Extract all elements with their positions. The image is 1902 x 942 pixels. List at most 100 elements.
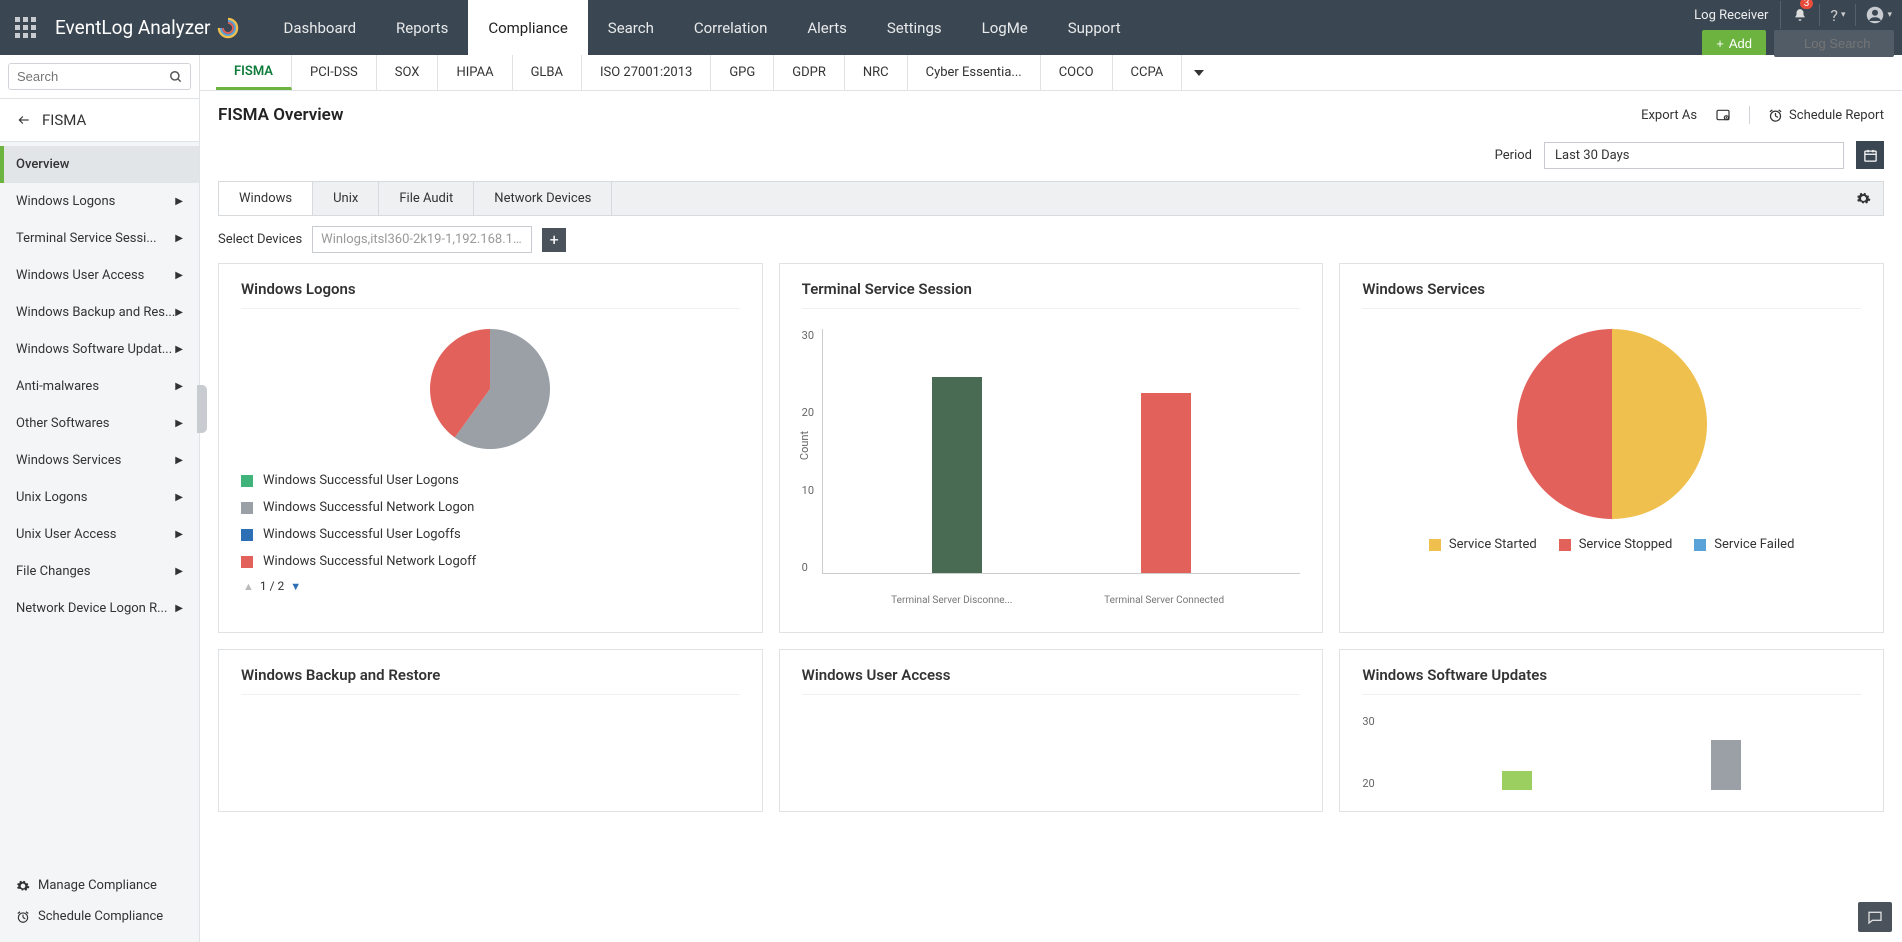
- sidebar-item[interactable]: Windows User Access▶: [0, 257, 199, 294]
- sidebar-item[interactable]: Terminal Service Sessi...▶: [0, 220, 199, 257]
- card-title: Windows Logons: [241, 280, 740, 309]
- legend-item[interactable]: Service Failed: [1694, 537, 1794, 552]
- nav-dashboard[interactable]: Dashboard: [264, 0, 377, 55]
- sidebar-item[interactable]: Other Softwares▶: [0, 405, 199, 442]
- subnav-more-button[interactable]: [1182, 68, 1216, 78]
- legend-swatch: [241, 475, 253, 487]
- sidebar-search-wrap: [0, 55, 199, 99]
- export-settings-icon: [1715, 107, 1731, 123]
- calendar-button[interactable]: [1856, 141, 1884, 169]
- main-content: FISMA Overview Export As Schedule Report: [200, 91, 1902, 942]
- sidebar-item[interactable]: Anti-malwares▶: [0, 368, 199, 405]
- legend-swatch: [241, 502, 253, 514]
- sidebar-item[interactable]: Unix User Access▶: [0, 516, 199, 553]
- card-title: Windows Backup and Restore: [241, 666, 740, 695]
- sidebar-collapse-handle[interactable]: [197, 385, 207, 433]
- legend-item[interactable]: Windows Successful Network Logon: [241, 494, 740, 521]
- sidebar: FISMA Overview Windows Logons▶Terminal Se…: [0, 55, 200, 942]
- notifications-button[interactable]: 3: [1781, 1, 1819, 29]
- chevron-right-icon: ▶: [175, 381, 183, 392]
- log-search-input[interactable]: [1774, 30, 1894, 57]
- sidebar-search-input[interactable]: [8, 63, 191, 90]
- apps-grid-icon[interactable]: [0, 0, 50, 55]
- windows-services-chart: [1517, 329, 1707, 519]
- nav-alerts[interactable]: Alerts: [787, 0, 867, 55]
- add-button[interactable]: + Add: [1702, 30, 1766, 57]
- separator: [1749, 106, 1750, 124]
- nav-support[interactable]: Support: [1048, 0, 1141, 55]
- sidebar-item[interactable]: File Changes▶: [0, 553, 199, 590]
- log-receiver-link[interactable]: Log Receiver: [1682, 1, 1781, 29]
- nav-logme[interactable]: LogMe: [962, 0, 1048, 55]
- subnav-item[interactable]: HIPAA: [438, 55, 512, 90]
- nav-reports[interactable]: Reports: [376, 0, 468, 55]
- sidebar-item[interactable]: Network Device Logon R...▶: [0, 590, 199, 627]
- export-settings-button[interactable]: [1715, 107, 1731, 123]
- content-tab[interactable]: File Audit: [379, 182, 474, 215]
- user-menu-button[interactable]: ▾: [1856, 6, 1902, 24]
- subnav-item[interactable]: NRC: [845, 55, 908, 90]
- sidebar-item[interactable]: Overview: [0, 146, 199, 183]
- sidebar-item[interactable]: Windows Services▶: [0, 442, 199, 479]
- schedule-compliance-link[interactable]: Schedule Compliance: [16, 901, 183, 932]
- period-select[interactable]: Last 30 Days: [1544, 142, 1844, 169]
- nav-compliance[interactable]: Compliance: [468, 0, 587, 55]
- manage-compliance-link[interactable]: Manage Compliance: [16, 870, 183, 901]
- terminal-service-chart: Count 3020100: [802, 329, 1301, 589]
- export-as-button[interactable]: Export As: [1641, 108, 1697, 123]
- subnav-item[interactable]: SOX: [377, 55, 439, 90]
- sidebar-item[interactable]: Windows Backup and Res...▶: [0, 294, 199, 331]
- sidebar-item[interactable]: Windows Logons▶: [0, 183, 199, 220]
- legend-item[interactable]: Windows Successful User Logons: [241, 467, 740, 494]
- content-tab[interactable]: Windows: [219, 182, 313, 215]
- period-value: Last 30 Days: [1555, 148, 1629, 163]
- sidebar-item-label: Overview: [16, 157, 69, 172]
- compliance-subnav: FISMAPCI-DSSSOXHIPAAGLBAISO 27001:2013GP…: [200, 55, 1902, 91]
- legend-item[interactable]: Service Stopped: [1559, 537, 1673, 552]
- subnav-item[interactable]: ISO 27001:2013: [582, 55, 711, 90]
- brand-logo[interactable]: EventLog Analyzer: [50, 0, 264, 55]
- subnav-item[interactable]: CCPA: [1113, 55, 1183, 90]
- subnav-item[interactable]: GDPR: [774, 55, 845, 90]
- legend-prev-button[interactable]: ▲: [243, 580, 254, 593]
- subnav-item[interactable]: FISMA: [216, 55, 292, 90]
- subnav-item[interactable]: COCO: [1041, 55, 1113, 90]
- card-terminal-service: Terminal Service Session Count 3020100 T…: [779, 263, 1324, 633]
- legend-next-button[interactable]: ▼: [290, 580, 301, 593]
- select-devices-row: Select Devices Winlogs,itsl360-2k19-1,19…: [200, 216, 1902, 263]
- calendar-icon: [1863, 148, 1878, 163]
- sidebar-item[interactable]: Windows Software Updat...▶: [0, 331, 199, 368]
- nav-settings[interactable]: Settings: [867, 0, 962, 55]
- sidebar-item-label: Windows Backup and Res...: [16, 305, 175, 320]
- nav-correlation[interactable]: Correlation: [674, 0, 788, 55]
- user-icon: [1866, 6, 1884, 24]
- subnav-item[interactable]: PCI-DSS: [292, 55, 377, 90]
- sidebar-footer: Manage Compliance Schedule Compliance: [0, 870, 199, 932]
- add-device-button[interactable]: +: [542, 228, 566, 252]
- back-arrow-icon: [16, 113, 32, 127]
- legend-swatch: [241, 556, 253, 568]
- legend-item[interactable]: Service Started: [1429, 537, 1537, 552]
- device-input[interactable]: Winlogs,itsl360-2k19-1,192.168.1...: [312, 226, 532, 253]
- clock-icon: [1768, 108, 1783, 123]
- sidebar-back[interactable]: FISMA: [0, 99, 199, 142]
- legend-item[interactable]: Windows Successful User Logoffs: [241, 521, 740, 548]
- legend-pager: 1 / 2: [260, 579, 284, 593]
- chat-button[interactable]: [1858, 902, 1892, 932]
- search-icon: [169, 70, 183, 84]
- sidebar-item[interactable]: Unix Logons▶: [0, 479, 199, 516]
- chevron-right-icon: ▶: [175, 418, 183, 429]
- content-tab[interactable]: Unix: [313, 182, 379, 215]
- subnav-item[interactable]: GLBA: [513, 55, 582, 90]
- content-tab[interactable]: Network Devices: [474, 182, 612, 215]
- legend-item[interactable]: Windows Successful Network Logoff: [241, 548, 740, 575]
- nav-search[interactable]: Search: [588, 0, 674, 55]
- subnav-item[interactable]: Cyber Essentia...: [908, 55, 1041, 90]
- schedule-report-button[interactable]: Schedule Report: [1768, 108, 1884, 123]
- content-tabs-settings-button[interactable]: [1844, 191, 1883, 206]
- bell-icon: [1793, 8, 1807, 22]
- help-button[interactable]: ? ▾: [1820, 6, 1855, 25]
- subnav-item[interactable]: GPG: [711, 55, 774, 90]
- legend: Windows Successful User LogonsWindows Su…: [241, 467, 740, 575]
- chevron-right-icon: ▶: [175, 603, 183, 614]
